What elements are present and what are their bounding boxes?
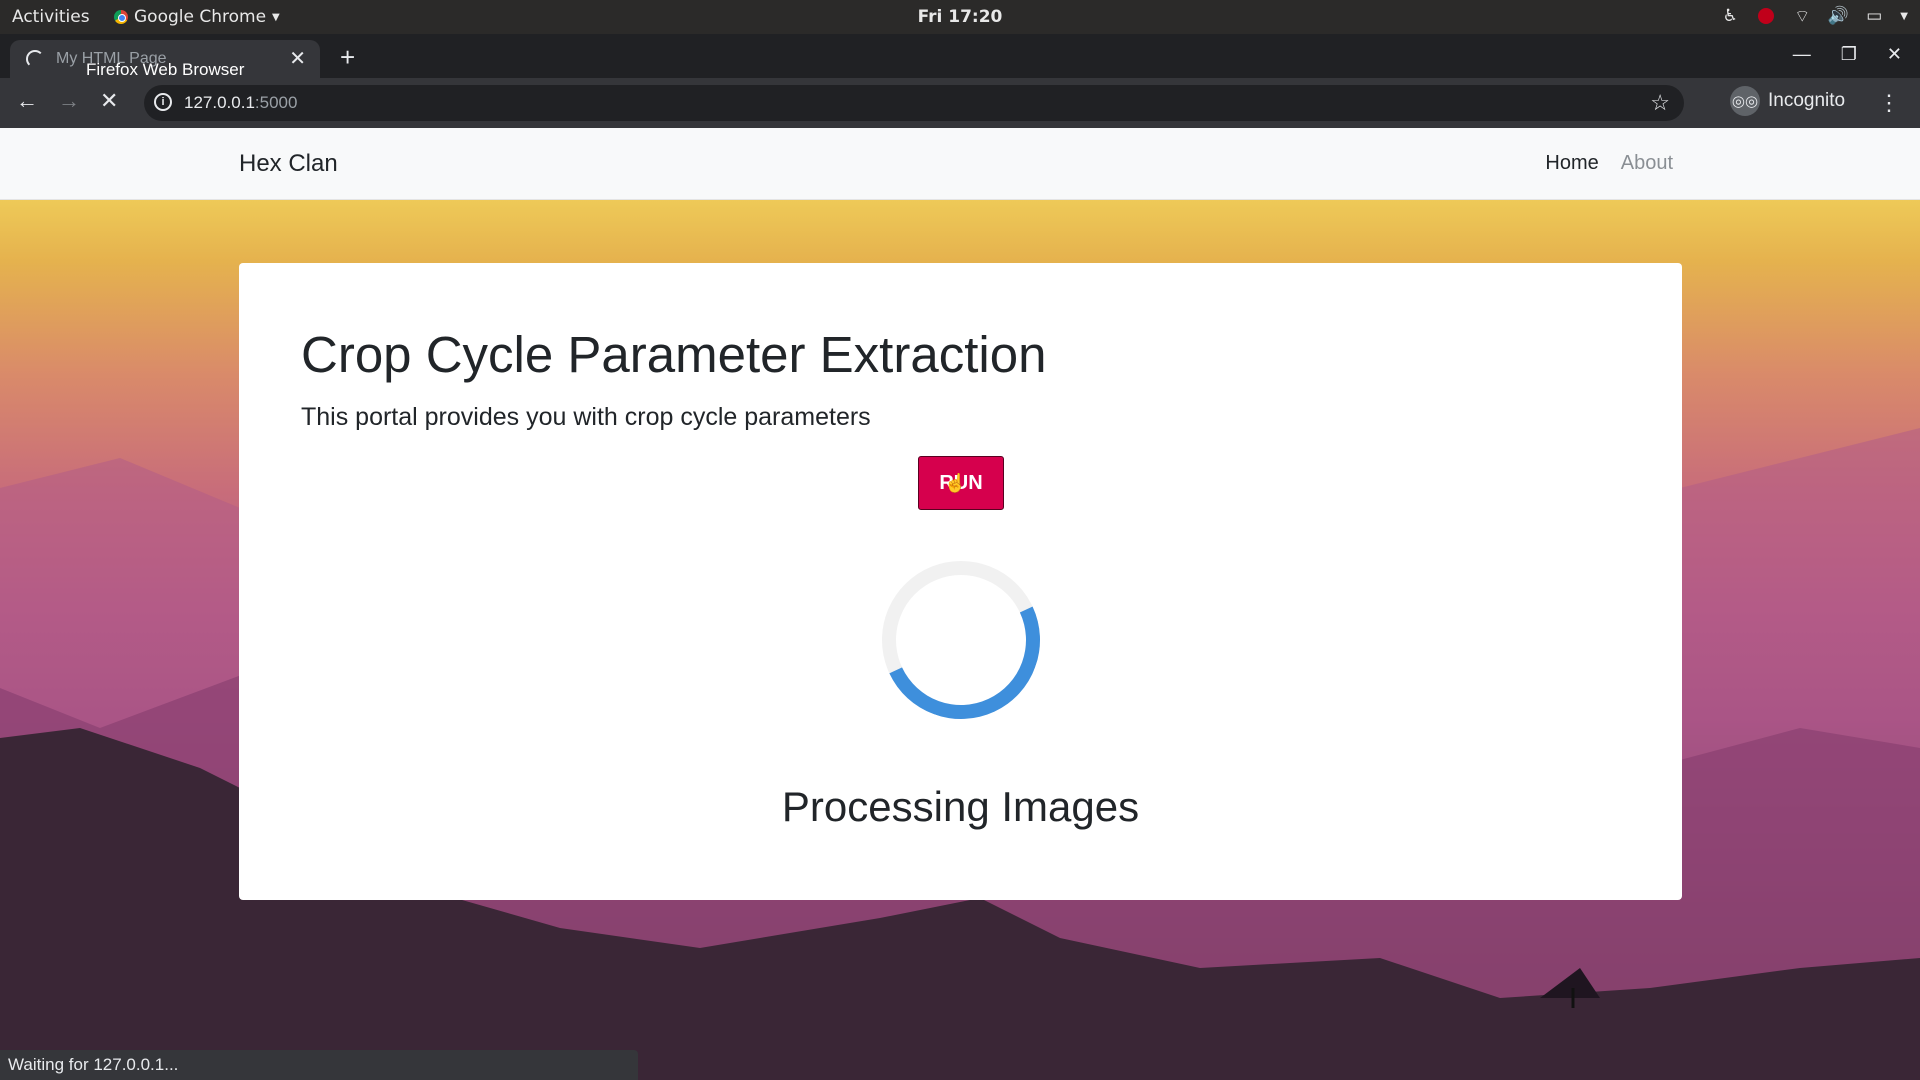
system-tray[interactable]: ♿ ⌔ 🔊 ▭ ▼ — [1720, 6, 1908, 27]
site-brand[interactable]: Hex Clan — [239, 150, 338, 178]
window-controls: — ❐ ✕ — [1793, 44, 1902, 65]
system-top-bar: Activities Google Chrome ▼ Fri 17:20 ♿ ⌔… — [0, 0, 1920, 34]
tab-tooltip: Firefox Web Browser — [86, 60, 245, 79]
wifi-icon[interactable]: ⌔ — [1792, 6, 1812, 27]
tab-strip: My HTML Page Firefox Web Browser ✕ + — ❐… — [0, 34, 1920, 79]
accessibility-icon[interactable]: ♿ — [1720, 6, 1740, 26]
volume-icon[interactable]: 🔊 — [1828, 6, 1849, 26]
stop-icon[interactable]: ✕ — [100, 88, 118, 114]
page-title: Crop Cycle Parameter Extraction — [301, 326, 1047, 383]
kebab-menu-icon[interactable]: ⋮ — [1878, 90, 1900, 116]
url-text[interactable]: 127.0.0.1:5000 — [184, 93, 297, 113]
loading-spinner — [882, 561, 1040, 719]
close-icon[interactable]: ✕ — [1887, 44, 1902, 65]
incognito-icon: ◎◎ — [1730, 86, 1760, 116]
new-tab-button[interactable]: + — [340, 42, 355, 73]
loading-spinner-icon — [26, 50, 44, 68]
incognito-indicator[interactable]: ◎◎ Incognito — [1730, 86, 1845, 116]
minimize-icon[interactable]: — — [1793, 44, 1811, 65]
nav-home-link[interactable]: Home — [1545, 152, 1598, 175]
address-bar[interactable]: i 127.0.0.1:5000 ☆ — [144, 85, 1684, 121]
page-subtitle: This portal provides you with crop cycle… — [301, 403, 871, 431]
forward-arrow-icon[interactable]: → — [58, 88, 80, 114]
status-bubble: Waiting for 127.0.0.1... — [0, 1050, 638, 1080]
back-arrow-icon[interactable]: ← — [16, 88, 38, 114]
nav-about-link[interactable]: About — [1621, 152, 1673, 175]
clock[interactable]: Fri 17:20 — [0, 7, 1920, 27]
record-indicator-icon[interactable] — [1756, 6, 1776, 26]
maximize-icon[interactable]: ❐ — [1841, 44, 1857, 65]
incognito-label: Incognito — [1768, 90, 1846, 111]
battery-icon[interactable]: ▭ — [1864, 6, 1884, 26]
info-icon[interactable]: i — [154, 93, 172, 111]
chevron-down-icon[interactable]: ▼ — [1900, 11, 1908, 22]
nav-links: Home About — [1545, 152, 1673, 175]
star-icon[interactable]: ☆ — [1650, 90, 1670, 116]
processing-status: Processing Images — [781, 783, 1140, 830]
close-icon[interactable]: ✕ — [289, 46, 306, 71]
browser-toolbar: ← → ✕ i 127.0.0.1:5000 ☆ ◎◎ Incognito ⋮ — [0, 78, 1920, 128]
site-navbar: Hex Clan Home About — [0, 128, 1920, 200]
browser-tab[interactable]: My HTML Page Firefox Web Browser ✕ — [10, 40, 320, 79]
hand-cursor-icon: ☝ — [944, 473, 967, 493]
page-viewport: Hex Clan Home About Crop Cycle Parameter… — [0, 128, 1920, 1080]
main-card: Crop Cycle Parameter Extraction This por… — [239, 263, 1682, 900]
